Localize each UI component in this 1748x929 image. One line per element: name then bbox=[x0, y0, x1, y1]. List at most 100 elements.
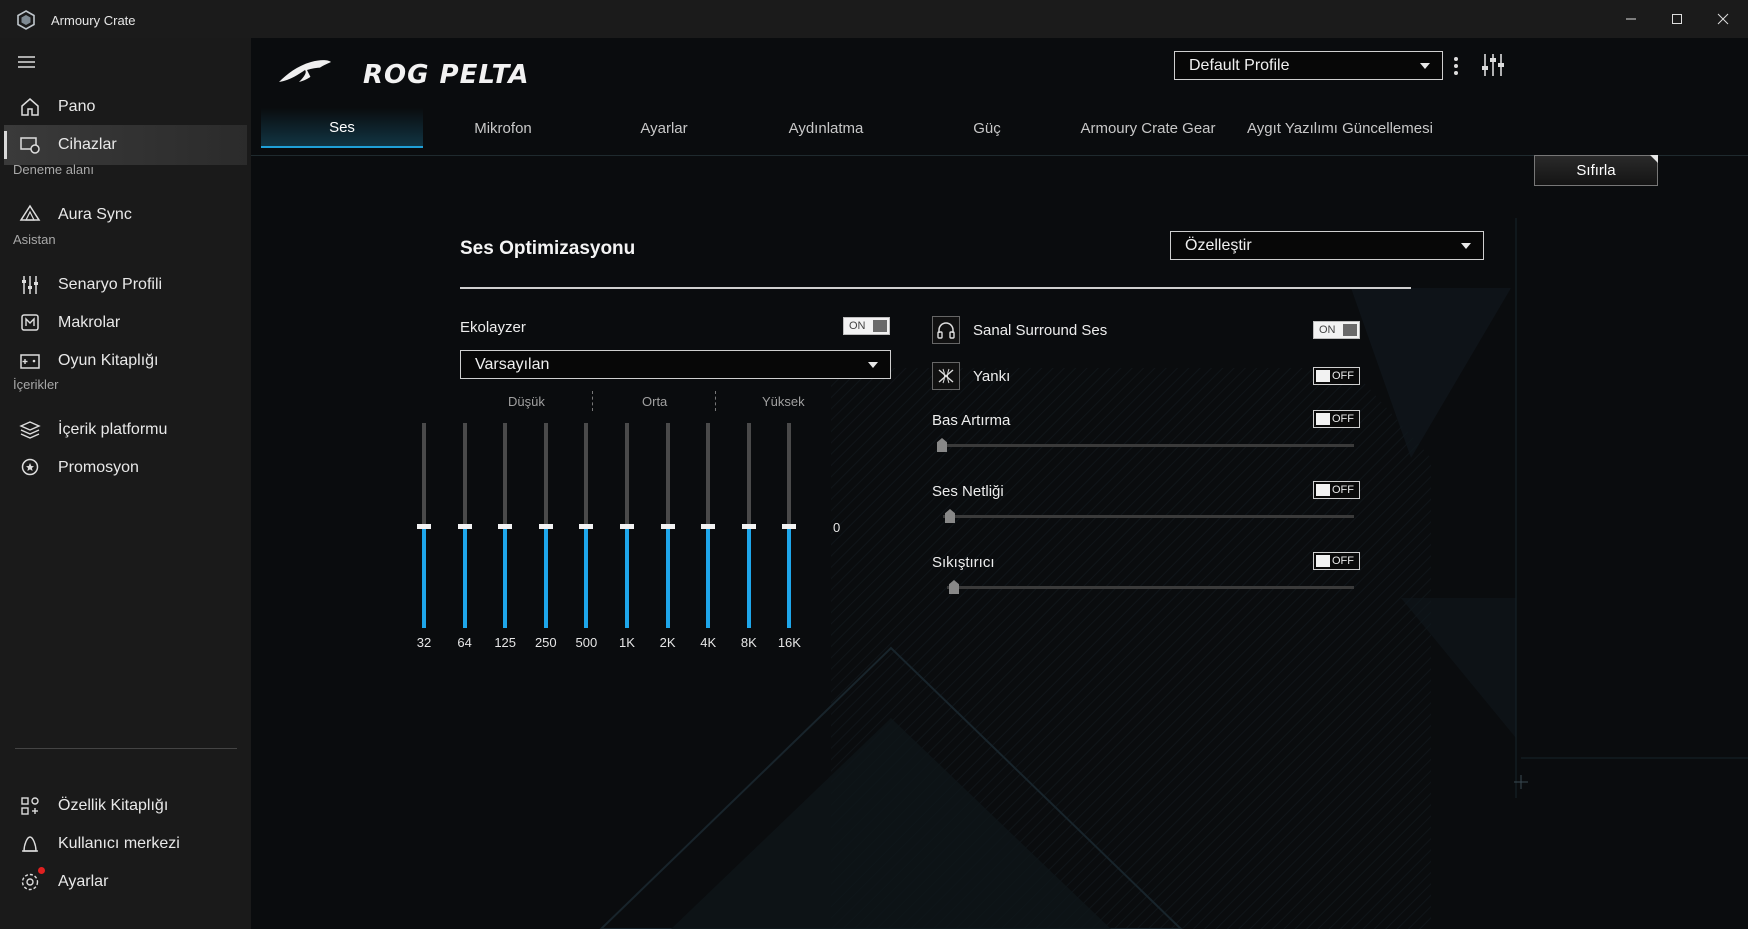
tab-label: Aydınlatma bbox=[788, 119, 864, 137]
equalizer-preset-value: Varsayılan bbox=[475, 355, 550, 373]
eq-slider-knob[interactable] bbox=[782, 524, 797, 529]
eq-slider-knob[interactable] bbox=[538, 524, 553, 529]
eq-frequency-label: 16K bbox=[777, 635, 801, 650]
eq-slider-4K[interactable] bbox=[693, 423, 723, 633]
eq-slider-125[interactable] bbox=[490, 423, 520, 633]
eq-slider-knob[interactable] bbox=[660, 524, 675, 529]
sidebar-item-pano[interactable]: Pano bbox=[4, 87, 247, 127]
game-library-icon bbox=[18, 349, 42, 373]
sidebar-item-aura-sync[interactable]: Aura Sync bbox=[4, 195, 247, 235]
tab-aygit-yazilimi-guncellemesi[interactable]: Aygıt Yazılımı Güncellemesi bbox=[1229, 108, 1451, 148]
eq-slider-knob[interactable] bbox=[457, 524, 472, 529]
hamburger-menu-button[interactable] bbox=[17, 53, 37, 71]
sidebar-item-ayarlar[interactable]: Ayarlar bbox=[4, 862, 247, 902]
sidebar-item-label: Pano bbox=[58, 98, 96, 115]
eq-slider-1K[interactable] bbox=[612, 423, 642, 633]
device-name: ROG PELTA bbox=[363, 60, 530, 90]
eq-slider-32[interactable] bbox=[409, 423, 439, 633]
tab-ses[interactable]: Ses bbox=[261, 108, 423, 148]
tab-guc[interactable]: Güç bbox=[906, 108, 1068, 148]
sidebar-item-label: Cihazlar bbox=[58, 136, 117, 153]
eq-slider-fill bbox=[584, 526, 589, 628]
eq-frequency-label: 8K bbox=[740, 635, 757, 650]
tab-label: Ses bbox=[329, 118, 355, 136]
toggle-state: ON bbox=[849, 320, 866, 332]
window-title: Armoury Crate bbox=[51, 13, 136, 28]
sidebar-item-icerik-platformu[interactable]: İçerik platformu bbox=[4, 410, 247, 450]
profile-select[interactable]: Default Profile bbox=[1174, 51, 1443, 80]
eq-slider-fill bbox=[665, 526, 670, 628]
eq-slider-64[interactable] bbox=[450, 423, 480, 633]
eq-slider-250[interactable] bbox=[531, 423, 561, 633]
sidebar-section-trial: Deneme alanı bbox=[13, 162, 94, 177]
eq-slider-knob[interactable] bbox=[498, 524, 513, 529]
reverb-toggle[interactable]: OFF bbox=[1313, 367, 1360, 385]
hamburger-icon bbox=[18, 56, 35, 68]
sidebar-item-kullanici-merkezi[interactable]: Kullanıcı merkezi bbox=[4, 824, 247, 864]
sidebar-item-promosyon[interactable]: Promosyon bbox=[4, 448, 247, 488]
tab-ayarlar[interactable]: Ayarlar bbox=[583, 108, 745, 148]
eq-slider-knob[interactable] bbox=[579, 524, 594, 529]
sidebar-item-label: Aura Sync bbox=[58, 206, 132, 223]
more-options-button[interactable] bbox=[1449, 55, 1463, 77]
app-window: Armoury Crate Pano Cihazlar Deneme alanı… bbox=[0, 0, 1748, 929]
eq-slider-fill bbox=[422, 526, 426, 628]
compressor-label: Sıkıştırıcı bbox=[932, 554, 995, 571]
eq-slider-2K[interactable] bbox=[653, 423, 683, 633]
sound-mode-select[interactable]: Özelleştir bbox=[1170, 231, 1484, 260]
bass-boost-slider[interactable] bbox=[937, 438, 1354, 452]
sidebar-item-ozellik-kitapligi[interactable]: Özellik Kitaplığı bbox=[4, 786, 247, 826]
home-icon bbox=[18, 95, 42, 119]
eq-slider-knob[interactable] bbox=[701, 524, 716, 529]
sidebar-item-label: Promosyon bbox=[58, 459, 139, 476]
voice-clarity-slider[interactable] bbox=[943, 509, 1354, 523]
tab-label: Ayarlar bbox=[640, 119, 688, 137]
eq-slider-knob[interactable] bbox=[417, 524, 431, 529]
bass-boost-label: Bas Artırma bbox=[932, 412, 1011, 429]
reverb-label: Yankı bbox=[973, 368, 1011, 385]
toggle-state: ON bbox=[1319, 324, 1336, 336]
tab-aydinlatma[interactable]: Aydınlatma bbox=[745, 108, 907, 148]
eq-slider-fill bbox=[746, 526, 751, 628]
minimize-button[interactable] bbox=[1608, 0, 1654, 38]
eq-frequency-label: 2K bbox=[659, 635, 676, 650]
toggle-state: OFF bbox=[1332, 370, 1354, 382]
voice-clarity-toggle[interactable]: OFF bbox=[1313, 481, 1360, 499]
sidebar-section-assistant: Asistan bbox=[13, 232, 56, 247]
maximize-button[interactable] bbox=[1654, 0, 1700, 38]
tab-mikrofon[interactable]: Mikrofon bbox=[422, 108, 584, 148]
sliders-icon bbox=[1482, 54, 1504, 76]
eq-slider-16K[interactable] bbox=[774, 423, 804, 633]
sidebar-divider bbox=[15, 748, 237, 749]
equalizer-settings-button[interactable] bbox=[1481, 52, 1505, 78]
rog-logo-icon bbox=[279, 60, 331, 82]
maximize-icon bbox=[1672, 14, 1682, 24]
reset-button[interactable]: Sıfırla bbox=[1534, 155, 1658, 186]
sidebar-item-label: Kullanıcı merkezi bbox=[58, 835, 180, 852]
sidebar-item-oyun-kitapligi[interactable]: Oyun Kitaplığı bbox=[4, 341, 247, 381]
surround-label: Sanal Surround Ses bbox=[973, 322, 1108, 339]
tab-label: Armoury Crate Gear bbox=[1080, 119, 1216, 137]
bass-boost-toggle[interactable]: OFF bbox=[1313, 410, 1360, 428]
notification-dot bbox=[38, 867, 45, 874]
tab-armoury-crate-gear[interactable]: Armoury Crate Gear bbox=[1067, 108, 1229, 148]
sidebar-item-senaryo-profili[interactable]: Senaryo Profili bbox=[4, 265, 247, 305]
sidebar-item-makrolar[interactable]: Makrolar bbox=[4, 303, 247, 343]
sidebar-item-cihazlar[interactable]: Cihazlar bbox=[4, 125, 247, 165]
eq-slider-500[interactable] bbox=[571, 423, 601, 633]
headphones-icon bbox=[937, 322, 955, 339]
eq-slider-8K[interactable] bbox=[734, 423, 764, 633]
close-button[interactable] bbox=[1700, 0, 1746, 38]
more-vertical-icon bbox=[1454, 57, 1458, 75]
compressor-slider[interactable] bbox=[947, 580, 1354, 594]
eq-slider-knob[interactable] bbox=[741, 524, 756, 529]
eq-frequency-label: 4K bbox=[700, 635, 717, 650]
equalizer-preset-select[interactable]: Varsayılan bbox=[460, 350, 891, 379]
equalizer-toggle[interactable]: ON bbox=[843, 317, 890, 335]
surround-toggle[interactable]: ON bbox=[1313, 321, 1360, 339]
user-center-icon bbox=[18, 832, 42, 856]
promotion-icon bbox=[18, 456, 42, 480]
toggle-knob bbox=[1316, 413, 1330, 425]
eq-slider-knob[interactable] bbox=[620, 524, 634, 529]
compressor-toggle[interactable]: OFF bbox=[1313, 552, 1360, 570]
